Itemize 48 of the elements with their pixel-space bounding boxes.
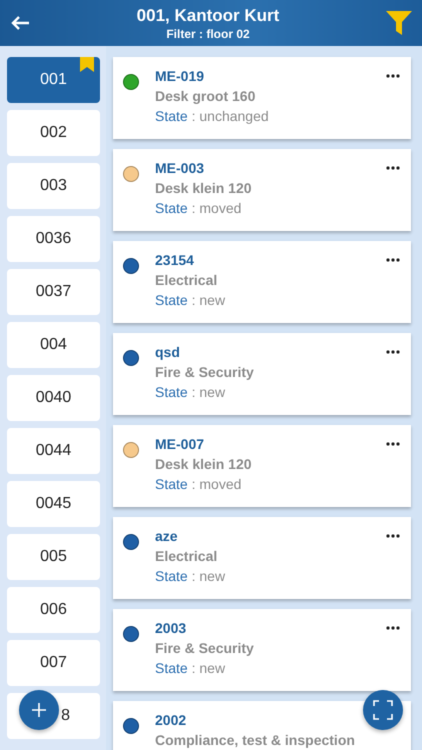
asset-code: aze: [155, 528, 179, 545]
asset-name: Fire & Security: [155, 364, 255, 381]
asset-name: Electrical: [155, 548, 218, 565]
asset-state: State : new: [155, 384, 226, 401]
room-item[interactable]: 0040: [7, 375, 100, 421]
asset-card[interactable]: aze Electrical State : new: [113, 517, 411, 599]
room-item[interactable]: 007: [7, 640, 100, 686]
asset-card[interactable]: ME-007 Desk klein 120 State : moved: [113, 425, 411, 507]
asset-state: State : unchanged: [155, 108, 270, 125]
asset-name: Fire & Security: [155, 640, 255, 657]
asset-code: 2002: [155, 712, 188, 729]
asset-code: ME-019: [155, 68, 206, 85]
asset-state: State : new: [155, 660, 226, 677]
filter-icon[interactable]: [384, 8, 414, 38]
asset-name: Compliance, test & inspection: [155, 732, 356, 749]
asset-card[interactable]: qsd Fire & Security State : new: [113, 333, 411, 415]
asset-name: Desk klein 120: [155, 180, 253, 197]
asset-card[interactable]: 2002 Compliance, test & inspection: [113, 701, 411, 750]
room-item[interactable]: 005: [7, 534, 100, 580]
asset-name: Electrical: [155, 272, 218, 289]
filter-label: Filter : floor 02: [166, 26, 250, 42]
asset-code: ME-003: [155, 160, 206, 177]
room-item[interactable]: 001: [7, 57, 100, 103]
asset-code: qsd: [155, 344, 181, 361]
asset-name: Desk klein 120: [155, 456, 253, 473]
asset-card[interactable]: 2003 Fire & Security State : new: [113, 609, 411, 691]
scan-frame-icon: [373, 700, 393, 720]
room-item[interactable]: 0044: [7, 428, 100, 474]
asset-code: 2003: [155, 620, 188, 637]
room-item[interactable]: 0045: [7, 481, 100, 527]
room-item[interactable]: 0036: [7, 216, 100, 262]
asset-state: State : moved: [155, 200, 242, 217]
asset-card[interactable]: ME-019 Desk groot 160 State : unchanged: [113, 57, 411, 139]
asset-state: State : moved: [155, 476, 242, 493]
asset-code: ME-007: [155, 436, 206, 453]
asset-card[interactable]: 23154 Electrical State : new: [113, 241, 411, 323]
asset-code: 23154: [155, 252, 195, 269]
room-item[interactable]: 002: [7, 110, 100, 156]
room-item[interactable]: 0037: [7, 269, 100, 315]
plus-icon: [32, 703, 46, 717]
asset-state: State : new: [155, 568, 226, 585]
header-title: 001, Kantoor Kurt: [136, 4, 280, 26]
asset-name: Desk groot 160: [155, 88, 256, 105]
room-item[interactable]: 003: [7, 163, 100, 209]
asset-state: State : new: [155, 292, 226, 309]
asset-card[interactable]: ME-003 Desk klein 120 State : moved: [113, 149, 411, 231]
room-item[interactable]: 004: [7, 322, 100, 368]
room-item[interactable]: 006: [7, 587, 100, 633]
